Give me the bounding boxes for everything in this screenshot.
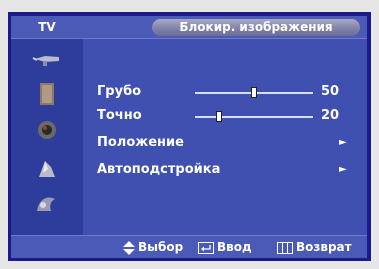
updown-arrow-icon bbox=[123, 240, 135, 255]
menu-item-label: Автоподстройка bbox=[97, 162, 221, 177]
enter-icon bbox=[198, 241, 214, 254]
hint-return-label: Возврат bbox=[296, 240, 352, 254]
menu-item-label: Грубо bbox=[97, 84, 142, 99]
menu-item-label: Положение bbox=[97, 135, 184, 150]
menu-sidebar bbox=[11, 39, 83, 235]
menu-footer: Выбор Ввод Возврат bbox=[11, 235, 367, 258]
sound-icon[interactable] bbox=[31, 117, 63, 143]
menu-item-auto-adjust[interactable]: Автоподстройка bbox=[97, 160, 220, 180]
menu-title: Блокир. изображения bbox=[152, 19, 360, 36]
menu-item-fine[interactable]: Точно bbox=[97, 106, 142, 126]
osd-menu: TV Блокир. изображения Грубо 50 Точно 20… bbox=[11, 16, 367, 258]
hint-enter: Ввод bbox=[198, 236, 252, 258]
hint-return: Возврат bbox=[277, 236, 352, 258]
hint-move: Выбор bbox=[123, 236, 183, 258]
fine-slider-thumb[interactable] bbox=[216, 111, 222, 122]
menu-content: Грубо 50 Точно 20 Положение ► Автоподстр… bbox=[83, 39, 367, 235]
menu-item-label: Точно bbox=[97, 108, 142, 123]
menu-item-coarse[interactable]: Грубо bbox=[97, 82, 141, 102]
picture-icon[interactable] bbox=[31, 81, 63, 107]
menu-icon bbox=[277, 241, 293, 254]
fine-value: 20 bbox=[321, 108, 340, 123]
coarse-value: 50 bbox=[321, 84, 340, 99]
setup-icon[interactable] bbox=[31, 155, 63, 181]
submenu-arrow-icon: ► bbox=[339, 164, 347, 175]
fine-slider[interactable] bbox=[195, 116, 313, 118]
menu-item-position[interactable]: Положение bbox=[97, 133, 184, 153]
source-label: TV bbox=[38, 20, 56, 34]
hint-move-label: Выбор bbox=[138, 240, 184, 254]
hint-enter-label: Ввод bbox=[217, 240, 252, 254]
menu-header: TV Блокир. изображения bbox=[11, 16, 367, 39]
submenu-arrow-icon: ► bbox=[339, 137, 347, 148]
input-icon[interactable] bbox=[31, 191, 63, 217]
coarse-slider-thumb[interactable] bbox=[251, 87, 257, 98]
antenna-icon[interactable] bbox=[31, 47, 63, 73]
